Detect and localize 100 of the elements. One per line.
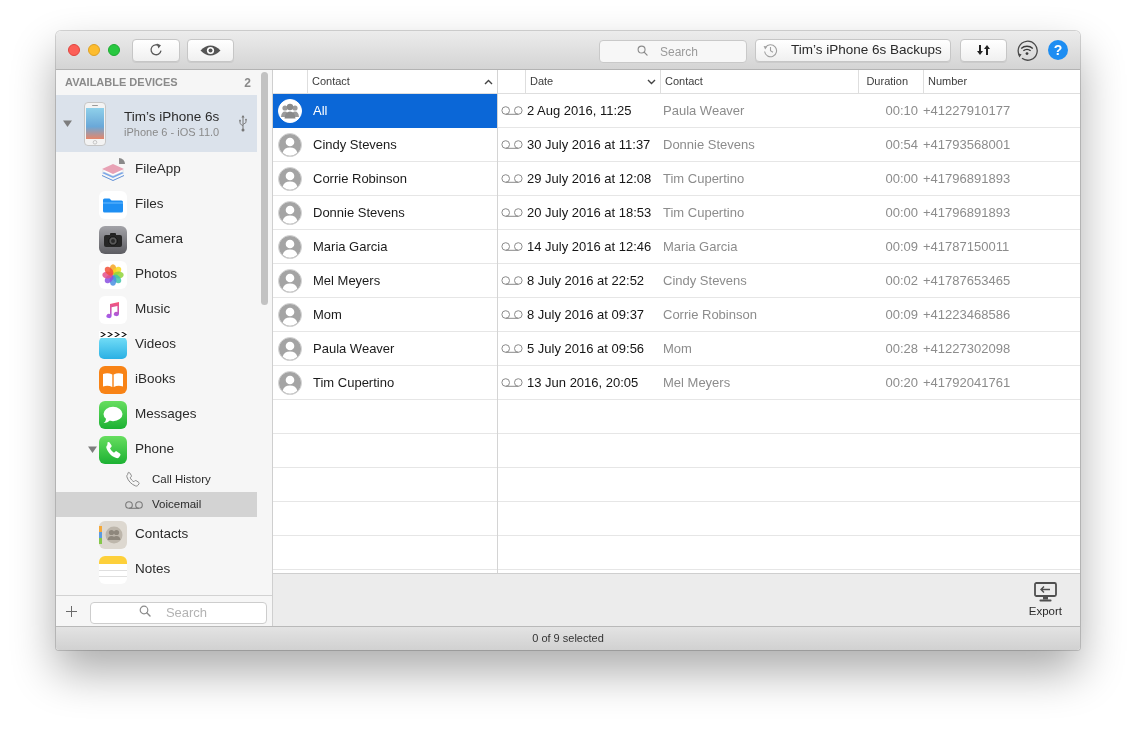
refresh-button[interactable]: [132, 38, 180, 62]
close-button[interactable]: [68, 44, 80, 56]
person-avatar-icon: [278, 302, 302, 327]
call-duration: 00:09: [885, 306, 918, 322]
call-duration: 00:00: [885, 170, 918, 186]
folder-icon: [99, 190, 127, 219]
sidebar-item[interactable]: iBooks: [56, 362, 258, 397]
call-date: 14 July 2016 at 12:46: [527, 238, 652, 254]
phone-number: +41787150011: [923, 238, 1010, 254]
contact-item[interactable]: Paula Weaver: [273, 332, 497, 366]
wifi-icon[interactable]: [1016, 39, 1038, 61]
disclosure-triangle-icon[interactable]: [63, 119, 72, 128]
contact-name: Mel Meyers: [663, 374, 731, 390]
scrollbar[interactable]: [261, 72, 269, 305]
speech-bubble-icon: [99, 400, 127, 429]
phone-icon: [99, 435, 127, 464]
sidebar-item[interactable]: Contacts: [56, 517, 258, 552]
contact-name: Paula Weaver: [663, 102, 745, 118]
phone-outline-icon: [125, 470, 143, 489]
music-note-icon: [99, 295, 127, 324]
backups-button[interactable]: Tim’s iPhone 6s Backups: [755, 38, 951, 62]
section-heading: AVAILABLE DEVICES: [65, 75, 178, 91]
contact-name: Tim Cupertino: [663, 170, 745, 186]
contact-item[interactable]: All: [273, 94, 497, 128]
voicemail-icon: [501, 276, 523, 285]
open-book-icon: [99, 365, 127, 394]
contact-name: Tim Cupertino: [663, 204, 745, 220]
voicemail-icon: [501, 208, 523, 217]
column-header[interactable]: Date: [526, 70, 661, 93]
column-header[interactable]: Contact: [661, 70, 859, 93]
sidebar-item[interactable]: Call History: [56, 467, 258, 492]
sync-button[interactable]: [960, 38, 1007, 62]
person-avatar-icon: [278, 336, 302, 361]
call-date: 13 Jun 2016, 20:05: [527, 374, 639, 390]
sidebar-item[interactable]: Voicemail: [56, 492, 258, 517]
contact-name: Cindy Stevens: [663, 272, 747, 288]
contact-item[interactable]: Tim Cupertino: [273, 366, 497, 400]
sidebar-item[interactable]: Photos: [56, 257, 258, 292]
voicemail-icon: [501, 140, 523, 149]
contact-item[interactable]: Cindy Stevens: [273, 128, 497, 162]
down-up-arrows-icon: [977, 45, 990, 55]
column-header[interactable]: Contact: [308, 70, 497, 93]
person-avatar-icon: [278, 166, 302, 191]
contact-item[interactable]: Corrie Robinson: [273, 162, 497, 196]
device-item[interactable]: Tim’s iPhone 6s iPhone 6 - iOS 11.0: [56, 95, 258, 152]
disclosure-triangle-icon[interactable]: [88, 445, 97, 454]
contact-item[interactable]: Mel Meyers: [273, 264, 497, 298]
search-field[interactable]: Search: [599, 40, 747, 63]
sidebar-item[interactable]: Music: [56, 292, 258, 327]
sidebar-item[interactable]: Phone: [56, 432, 258, 467]
sidebar-item[interactable]: Messages: [56, 397, 258, 432]
call-date: 8 July 2016 at 09:37: [527, 306, 645, 322]
history-clock-icon: [763, 42, 778, 58]
call-duration: 00:28: [885, 340, 918, 356]
sidebar-item[interactable]: Notes: [56, 552, 258, 587]
eye-icon: [200, 43, 221, 57]
contact-name: Corrie Robinson: [663, 306, 757, 322]
book-stack-icon: [99, 155, 127, 184]
person-avatar-icon: [278, 200, 302, 225]
voicemail-icon: [501, 310, 523, 319]
column-header[interactable]: Number: [924, 70, 1080, 93]
voicemail-icon: [501, 106, 523, 115]
smartphone-icon: [84, 101, 106, 146]
sidebar-item[interactable]: FileApp: [56, 152, 258, 187]
preview-button[interactable]: [187, 38, 234, 62]
contact-item[interactable]: Mom: [273, 298, 497, 332]
call-duration: 00:10: [885, 102, 918, 118]
voicemail-icon: [125, 500, 143, 509]
sidebar-item[interactable]: Videos: [56, 327, 258, 362]
sidebar-item[interactable]: Files: [56, 187, 258, 222]
monitor-arrow-icon: [1033, 582, 1057, 603]
phone-number: +41787653465: [923, 272, 1011, 288]
column-header[interactable]: Duration: [859, 70, 924, 93]
phone-number: +41792041761: [923, 374, 1011, 390]
voicemail-icon: [501, 344, 523, 353]
phone-number: +41227910177: [923, 102, 1011, 118]
contact-item[interactable]: Maria Garcia: [273, 230, 497, 264]
person-avatar-icon: [278, 234, 302, 259]
call-date: 30 July 2016 at 11:37: [527, 136, 651, 152]
call-date: 5 July 2016 at 09:56: [527, 340, 645, 356]
sidebar-item[interactable]: Camera: [56, 222, 258, 257]
export-button[interactable]: Export: [1028, 582, 1062, 618]
call-date: 2 Aug 2016, 11:25: [527, 102, 632, 118]
plus-icon[interactable]: [66, 605, 77, 617]
person-avatar-icon: [278, 370, 302, 395]
person-avatar-icon: [278, 268, 302, 293]
call-date: 29 July 2016 at 12:08: [527, 170, 652, 186]
search-field[interactable]: Search: [90, 601, 267, 624]
phone-number: +41796891893: [923, 204, 1011, 220]
contact-name: Donnie Stevens: [663, 136, 755, 152]
phone-number: +41223468586: [923, 306, 1011, 322]
selection-count: 0 of 9 selected: [532, 631, 604, 647]
clapperboard-icon: [99, 330, 127, 359]
zoom-button[interactable]: [108, 44, 120, 56]
call-date: 8 July 2016 at 22:52: [527, 272, 645, 288]
phone-number: +41793568001: [923, 136, 1011, 152]
call-duration: 00:54: [885, 136, 918, 152]
address-book-icon: [99, 520, 127, 549]
contact-item[interactable]: Donnie Stevens: [273, 196, 497, 230]
voicemail-icon: [501, 174, 523, 183]
